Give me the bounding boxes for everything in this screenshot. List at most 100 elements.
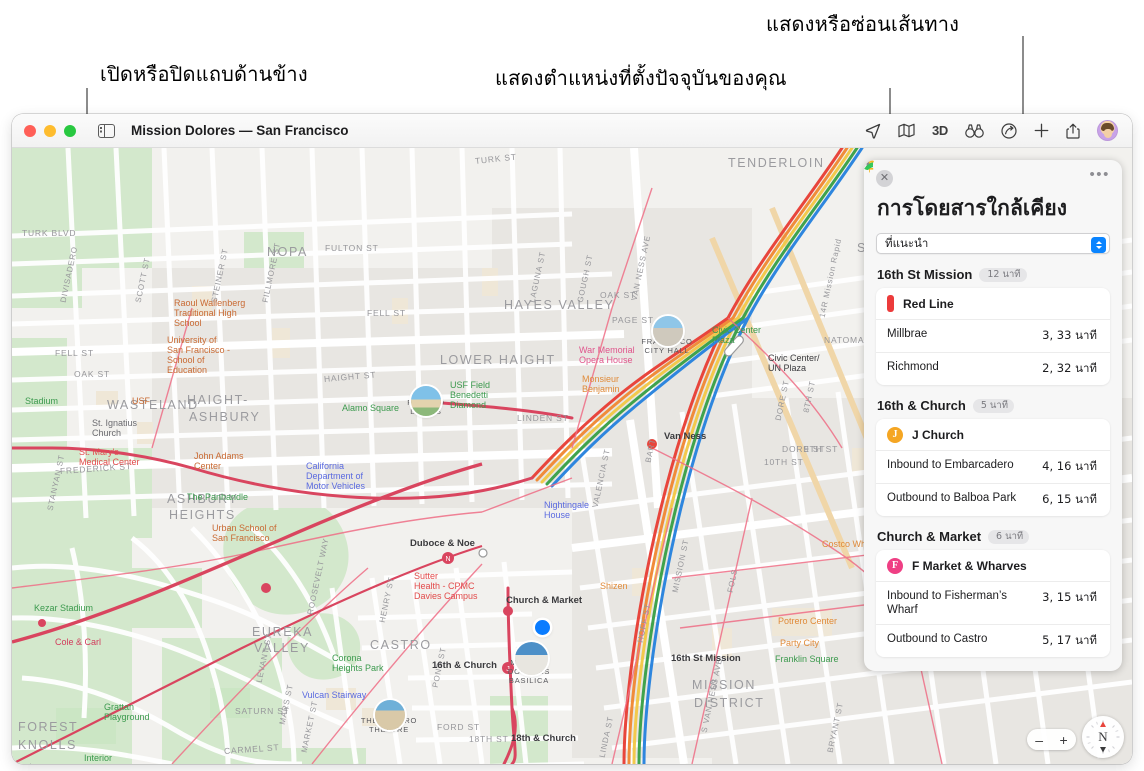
map-street-label: LINDEN ST xyxy=(517,413,569,423)
arrival-info: 3, 33 นาที xyxy=(864,162,1100,345)
destination-name: Millbrae xyxy=(887,328,928,340)
walk-time-label: 6 นาที xyxy=(996,531,1024,542)
three-d-button[interactable]: 3D xyxy=(932,123,948,138)
map-transit-stop-label: Duboce & Noe xyxy=(410,538,475,549)
add-button[interactable] xyxy=(1034,123,1049,138)
more-options-icon[interactable]: ••• xyxy=(1089,167,1110,182)
map-poi-label: St. Ignatius Church xyxy=(92,418,138,438)
map-street-label: FULTON ST xyxy=(325,243,379,253)
callout-location: แสดงตำแหน่งที่ตั้งปัจจุบันของคุณ xyxy=(495,66,787,90)
destination-name: Outbound to Balboa Park xyxy=(887,492,1017,504)
map-street-label: FELL ST xyxy=(367,308,406,318)
map-neighborhood-label: KNOLLS xyxy=(18,738,77,752)
current-location-icon[interactable] xyxy=(865,123,881,139)
transit-destination-row[interactable]: Millbrae 3, 33 นาที xyxy=(864,162,1110,352)
callout-routes-leader xyxy=(1022,36,1024,118)
map-transit-stop-label: Church & Market xyxy=(506,595,583,606)
transit-stop-name: 16th St Mission xyxy=(877,267,973,282)
map-canvas[interactable]: N J NOPA HAYES VALLEY LOWER HAIGHT HAIGHT- A… xyxy=(12,148,1132,764)
map-neighborhood-label: HAYES VALLEY xyxy=(504,298,615,312)
maximize-window-button[interactable] xyxy=(64,124,76,137)
transit-stop-name: 16th & Church xyxy=(877,398,966,413)
sidebar-toggle-icon[interactable] xyxy=(98,123,115,138)
map-poi-label: Raoul Wallenberg Traditional High School xyxy=(174,298,246,328)
map-street-label: OAK ST xyxy=(74,369,110,379)
map-neighborhood-label: LOWER HAIGHT xyxy=(440,353,556,367)
transit-destination-row[interactable]: Richmond 2, 32 นาที xyxy=(864,162,1110,385)
close-window-button[interactable] xyxy=(24,124,36,137)
map-poi-label: Franklin Square xyxy=(775,654,839,664)
transit-stop-header: Church & Market 6 นาที xyxy=(865,160,1110,544)
window-titlebar: Mission Dolores — San Francisco 3D xyxy=(12,114,1132,148)
transit-destination-row[interactable]: Inbound to Fisherman’s Wharf 3, 15 นาที xyxy=(864,162,1110,624)
map-poi-label: Sutter Health - CPMC Davies Campus xyxy=(414,571,478,601)
map-street-label: DORE ST xyxy=(782,444,826,454)
map-street-label: FELL ST xyxy=(55,348,94,358)
arrival-info: 6, 15 นาที xyxy=(864,162,1100,509)
walk-time-label: 12 นาที xyxy=(987,269,1021,280)
map-poi-label: Vulcan Stairway xyxy=(302,690,367,700)
panel-title: การโดยสารใกล้เคียง xyxy=(877,196,1068,220)
transit-line-name: Red Line xyxy=(903,296,954,311)
close-icon[interactable]: ✕ xyxy=(876,170,893,187)
zoom-out-button[interactable]: – xyxy=(1035,732,1043,748)
arrival-info: 5, 17 นาที xyxy=(864,162,1100,650)
svg-text:N: N xyxy=(445,556,450,563)
map-poi-label: Shizen xyxy=(600,581,628,591)
map-transit-stop-label: 16th St Mission xyxy=(671,653,741,664)
destination-name: Richmond xyxy=(887,361,939,373)
show-hide-routes-icon[interactable] xyxy=(1001,122,1017,139)
compass-control[interactable]: N xyxy=(1082,716,1124,758)
transit-line-row[interactable]: J J Church xyxy=(876,419,1110,450)
landmark-pin-painted-ladies[interactable] xyxy=(411,386,441,416)
current-location-dot xyxy=(535,620,550,635)
toolbar-right: 3D xyxy=(865,120,1118,141)
map-poi-label: Party City xyxy=(780,638,820,648)
map-transit-stop-label: 16th & Church xyxy=(432,660,497,671)
map-poi-label: Civic Center Plaza xyxy=(712,325,762,345)
map-poi-label: Cole & Carl xyxy=(55,637,102,647)
map-transit-stop-label: Van Ness xyxy=(664,431,707,442)
destination-name: Inbound to Fisherman’s Wharf xyxy=(887,590,1007,616)
map-poi-label: Corona Heights Park xyxy=(332,653,384,673)
landmark-pin-castro-theatre[interactable] xyxy=(375,700,405,730)
walk-time-label: 5 นาที xyxy=(980,400,1008,411)
map-mode-icon[interactable] xyxy=(898,123,915,138)
map-street-label: TURK BLVD xyxy=(22,228,77,238)
map-neighborhood-label: HEIGHTS xyxy=(169,508,236,522)
walk-time-badge: 5 นาที xyxy=(865,160,1014,413)
destination-name: Outbound to Castro xyxy=(887,633,988,645)
map-transit-stop-label: 18th & Church xyxy=(511,733,576,744)
map-neighborhood-label: MISSION xyxy=(692,678,756,692)
minimize-window-button[interactable] xyxy=(44,124,56,137)
callout-sidebar: เปิดหรือปิดแถบด้านข้าง xyxy=(100,62,308,86)
transit-line-row[interactable]: F F Market & Wharves xyxy=(876,550,1110,581)
map-neighborhood-label: ASHBURY xyxy=(189,410,261,424)
map-poi-label: Interior Greenbelt xyxy=(84,753,124,764)
transit-line-row[interactable]: Red Line xyxy=(865,160,1110,319)
look-around-binoculars-icon[interactable] xyxy=(965,123,984,138)
walk-time-badge: 6 นาที xyxy=(865,160,1030,544)
arrival-times: 6, 15 นาที xyxy=(1042,492,1097,506)
line-letter-badge-icon: F xyxy=(887,557,903,574)
share-icon[interactable] xyxy=(1066,123,1080,139)
account-avatar[interactable] xyxy=(1097,120,1118,141)
map-poi-label: Urban School of San Francisco xyxy=(212,523,277,543)
arrival-info: 3, 15 นาที xyxy=(864,162,1100,607)
transit-filter-popup[interactable]: ที่แนะนำ xyxy=(876,233,1110,254)
landmark-pin-mission-dolores[interactable] xyxy=(515,642,548,675)
map-poi-label: The Panhandle xyxy=(187,492,249,502)
map-zoom-controls[interactable]: – + xyxy=(1027,729,1076,750)
zoom-in-button[interactable]: + xyxy=(1060,732,1068,748)
map-poi-label: Kezar Stadium xyxy=(34,603,94,613)
map-poi-label: USF Field Benedetti Diamond xyxy=(450,380,491,410)
transit-destination-row[interactable]: Outbound to Balboa Park 6, 15 นาที xyxy=(864,162,1110,516)
arrival-times: 5, 17 นาที xyxy=(1042,633,1097,647)
transit-destination-row[interactable]: Outbound to Castro 5, 17 นาที xyxy=(864,162,1110,657)
map-poi-label: Alamo Square xyxy=(342,403,400,413)
landmark-pin-city-hall[interactable] xyxy=(653,316,683,346)
arrival-info: 2, 32 นาที xyxy=(864,162,1100,378)
chevron-updown-icon[interactable] xyxy=(1091,236,1106,253)
transit-stop-header: 16th & Church 5 นาที xyxy=(865,160,1110,413)
transit-destination-row[interactable]: Inbound to Embarcadero 4, 16 นาที xyxy=(864,162,1110,483)
